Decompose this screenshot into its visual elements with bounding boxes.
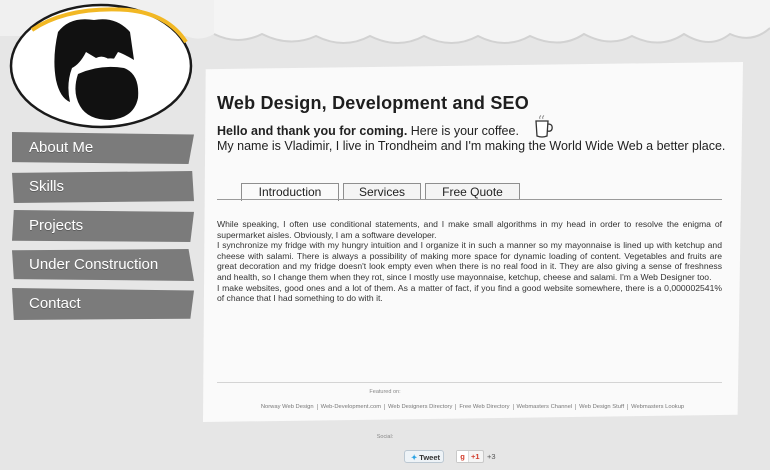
- intro-block: Hello and thank you for coming. Here is …: [217, 124, 727, 154]
- google-plus-icon: g: [457, 451, 469, 462]
- footer-divider: [217, 382, 722, 383]
- bearded-face-logo-icon[interactable]: [8, 2, 194, 130]
- gplus-label: +1: [471, 452, 480, 461]
- greeting-line: Hello and thank you for coming. Here is …: [217, 124, 727, 139]
- twitter-bird-icon: ✦: [411, 453, 418, 462]
- introduction-text: While speaking, I often use conditional …: [217, 219, 722, 304]
- tweet-label: Tweet: [419, 453, 440, 462]
- greeting-rest: Here is your coffee.: [407, 124, 519, 138]
- nav-item-under-construction[interactable]: Under Construction: [12, 249, 194, 281]
- featured-label: Featured on:: [369, 389, 401, 395]
- greeting-bold: Hello and thank you for coming.: [217, 124, 408, 138]
- footer-link[interactable]: Web-Development.com: [317, 404, 386, 410]
- page-title: Web Design, Development and SEO: [217, 93, 529, 113]
- paragraph: I make websites, good ones and a lot of …: [217, 282, 722, 304]
- tab-free-quote[interactable]: Free Quote: [425, 183, 520, 200]
- nav-item-about-me[interactable]: About Me: [12, 132, 194, 164]
- gplus-count: +3: [487, 452, 496, 461]
- intro-line: My name is Vladimir, I live in Trondheim…: [217, 139, 726, 153]
- footer-link[interactable]: Web Design Stuff: [576, 404, 629, 410]
- tweet-button[interactable]: ✦ Tweet: [404, 450, 444, 463]
- google-plus-button[interactable]: g +1: [456, 450, 484, 463]
- tabs-divider: [217, 199, 722, 200]
- footer-link[interactable]: Web Designers Directory: [385, 404, 457, 410]
- paragraph: I synchronize my fridge with my hungry i…: [217, 240, 722, 282]
- footer-link[interactable]: Norway Web Design: [257, 404, 318, 410]
- featured-links: Norway Web Design Web-Development.com Web …: [225, 404, 720, 410]
- footer-link[interactable]: Free Web Directory: [456, 404, 514, 410]
- social-label: Social:: [376, 434, 394, 440]
- nav-item-contact[interactable]: Contact: [12, 288, 194, 320]
- sidebar-nav: About Me Skills Projects Under Construct…: [12, 132, 194, 327]
- nav-item-skills[interactable]: Skills: [12, 171, 194, 203]
- paragraph: While speaking, I often use conditional …: [217, 219, 722, 240]
- footer-link[interactable]: Webmasters Lookup: [628, 404, 687, 410]
- footer-link[interactable]: Webmasters Channel: [513, 404, 577, 410]
- nav-item-projects[interactable]: Projects: [12, 210, 194, 242]
- tab-services[interactable]: Services: [343, 183, 421, 200]
- coffee-cup-icon: [535, 115, 553, 138]
